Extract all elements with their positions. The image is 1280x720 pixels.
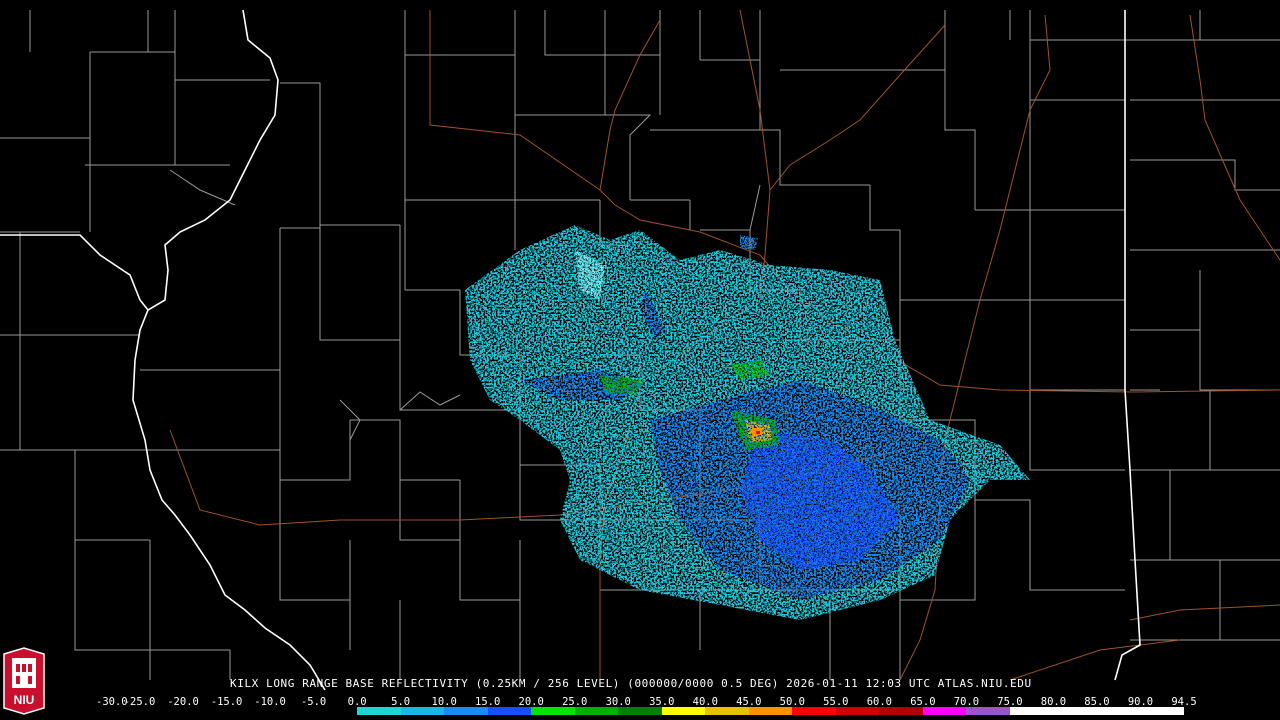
colorbar-label: 10.0 [431, 696, 457, 708]
colorbar-swatch [1140, 707, 1184, 715]
colorbar-swatch [922, 707, 967, 715]
colorbar-label: 15.0 [475, 696, 501, 708]
colorbar-swatch [270, 707, 314, 715]
colorbar-swatch [531, 707, 575, 715]
niu-logo: NIU [3, 647, 45, 715]
colorbar-label: 70.0 [953, 696, 980, 708]
colorbar-label: 30.0 [605, 696, 631, 708]
colorbar-label: 0.0 [347, 696, 367, 708]
radar-map [0, 9, 1280, 691]
colorbar-label: 90.0 [1127, 696, 1154, 708]
product-caption: KILX LONG RANGE BASE REFLECTIVITY (0.25K… [230, 677, 1032, 690]
colorbar-label: 50.0 [779, 696, 805, 708]
colorbar-swatch [357, 707, 401, 715]
colorbar-label: -25.0 [123, 696, 156, 708]
colorbar-swatch [487, 707, 532, 715]
colorbar-swatch [400, 707, 445, 715]
colorbar-swatch [226, 707, 271, 715]
colorbar-label: 94.5 [1171, 696, 1197, 708]
colorbar-label: -10.0 [254, 696, 286, 708]
niu-logo-text: NIU [14, 693, 35, 707]
colorbar-swatch [618, 707, 662, 715]
colorbar-label: 25.0 [562, 696, 588, 708]
colorbar-label: -15.0 [210, 696, 243, 708]
colorbar-label: -20.0 [167, 696, 199, 708]
colorbar-swatch [966, 707, 1010, 715]
colorbar-label: 45.0 [736, 696, 762, 708]
colorbar-swatch [879, 707, 923, 715]
radar-hotspot [752, 428, 762, 435]
colorbar-swatch [792, 707, 836, 715]
colorbar-label: 60.0 [866, 696, 893, 708]
colorbar-swatch [1096, 707, 1141, 715]
colorbar-ticks: -30.0 -25.0 -20.0 -15.0 -10.0 -5.0 0.0 5.0 10.0 1… [96, 696, 1197, 708]
colorbar-label: 20.0 [518, 696, 544, 708]
colorbar-label: 40.0 [692, 696, 718, 708]
colorbar-swatch [661, 707, 706, 715]
colorbar-label: 65.0 [910, 696, 936, 708]
colorbar-swatch [444, 707, 488, 715]
colorbar-label: 35.0 [649, 696, 675, 708]
colorbar-swatch [183, 707, 227, 715]
colorbar-swatch [748, 707, 793, 715]
colorbar-label: 75.0 [997, 696, 1023, 708]
colorbar-label: -5.0 [300, 696, 327, 708]
colorbar-swatch [705, 707, 749, 715]
colorbar-swatch [574, 707, 619, 715]
colorbar-label: 80.0 [1040, 696, 1067, 708]
colorbar-swatch [139, 707, 184, 715]
colorbar-label: 5.0 [391, 696, 411, 708]
colorbar-label: 85.0 [1084, 696, 1110, 708]
colorbar-label: 55.0 [823, 696, 849, 708]
colorbar-swatch [96, 707, 140, 715]
colorbar-swatch [835, 707, 880, 715]
colorbar-swatch [313, 707, 358, 715]
colorbar [96, 707, 1184, 715]
colorbar-swatch [1053, 707, 1097, 715]
colorbar-swatch [1009, 707, 1054, 715]
